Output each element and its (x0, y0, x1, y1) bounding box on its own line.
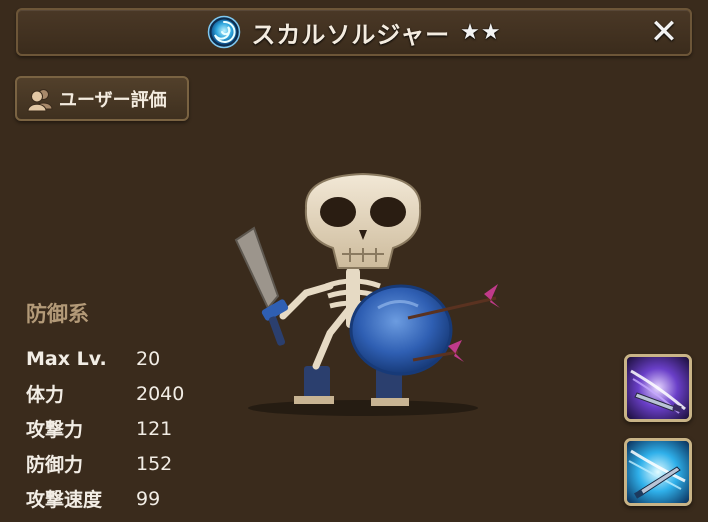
stat-row-attack-speed: 攻撃速度 99 (26, 481, 184, 516)
stat-value: 152 (136, 452, 173, 475)
stat-value: 121 (136, 417, 173, 440)
skill-2-button[interactable] (624, 438, 692, 506)
user-review-button[interactable]: ユーザー評価 (15, 76, 189, 121)
people-icon (27, 88, 53, 111)
stat-label: Max Lv. (26, 347, 107, 370)
page-title: スカルソルジャー (251, 20, 451, 49)
water-element-icon (208, 15, 241, 49)
star-icon: ★ (480, 19, 501, 45)
stat-value: 20 (136, 347, 161, 370)
stat-label: 攻撃速度 (26, 489, 103, 511)
star-icon: ★ (460, 19, 480, 45)
close-button[interactable]: ✕ (646, 14, 682, 50)
title-group: スカルソルジャー ★ ★ (18, 10, 690, 54)
stat-label: 防御力 (26, 454, 84, 476)
blue-sword-slash-icon (627, 441, 689, 503)
stat-row-attack: 攻撃力 121 (26, 411, 184, 446)
skill-1-button[interactable] (624, 354, 692, 422)
stat-value: 2040 (136, 382, 185, 405)
stats-list: Max Lv. 20 体力 2040 攻撃力 121 防御力 152 攻撃速度 … (26, 341, 184, 516)
stat-value: 99 (136, 487, 161, 510)
stat-row-max-level: Max Lv. 20 (26, 341, 184, 376)
title-bar: スカルソルジャー ★ ★ ✕ (16, 8, 692, 56)
stat-row-defense: 防御力 152 (26, 446, 184, 481)
stat-label: 攻撃力 (26, 419, 84, 441)
purple-sword-slash-icon (627, 357, 689, 419)
monster-type-label: 防御系 (26, 302, 89, 326)
skeleton-soldier-figure (234, 172, 500, 416)
star-rating: ★ ★ (460, 20, 500, 45)
user-review-label: ユーザー評価 (59, 89, 167, 111)
stat-row-hp: 体力 2040 (26, 376, 184, 411)
stat-label: 体力 (26, 384, 65, 406)
